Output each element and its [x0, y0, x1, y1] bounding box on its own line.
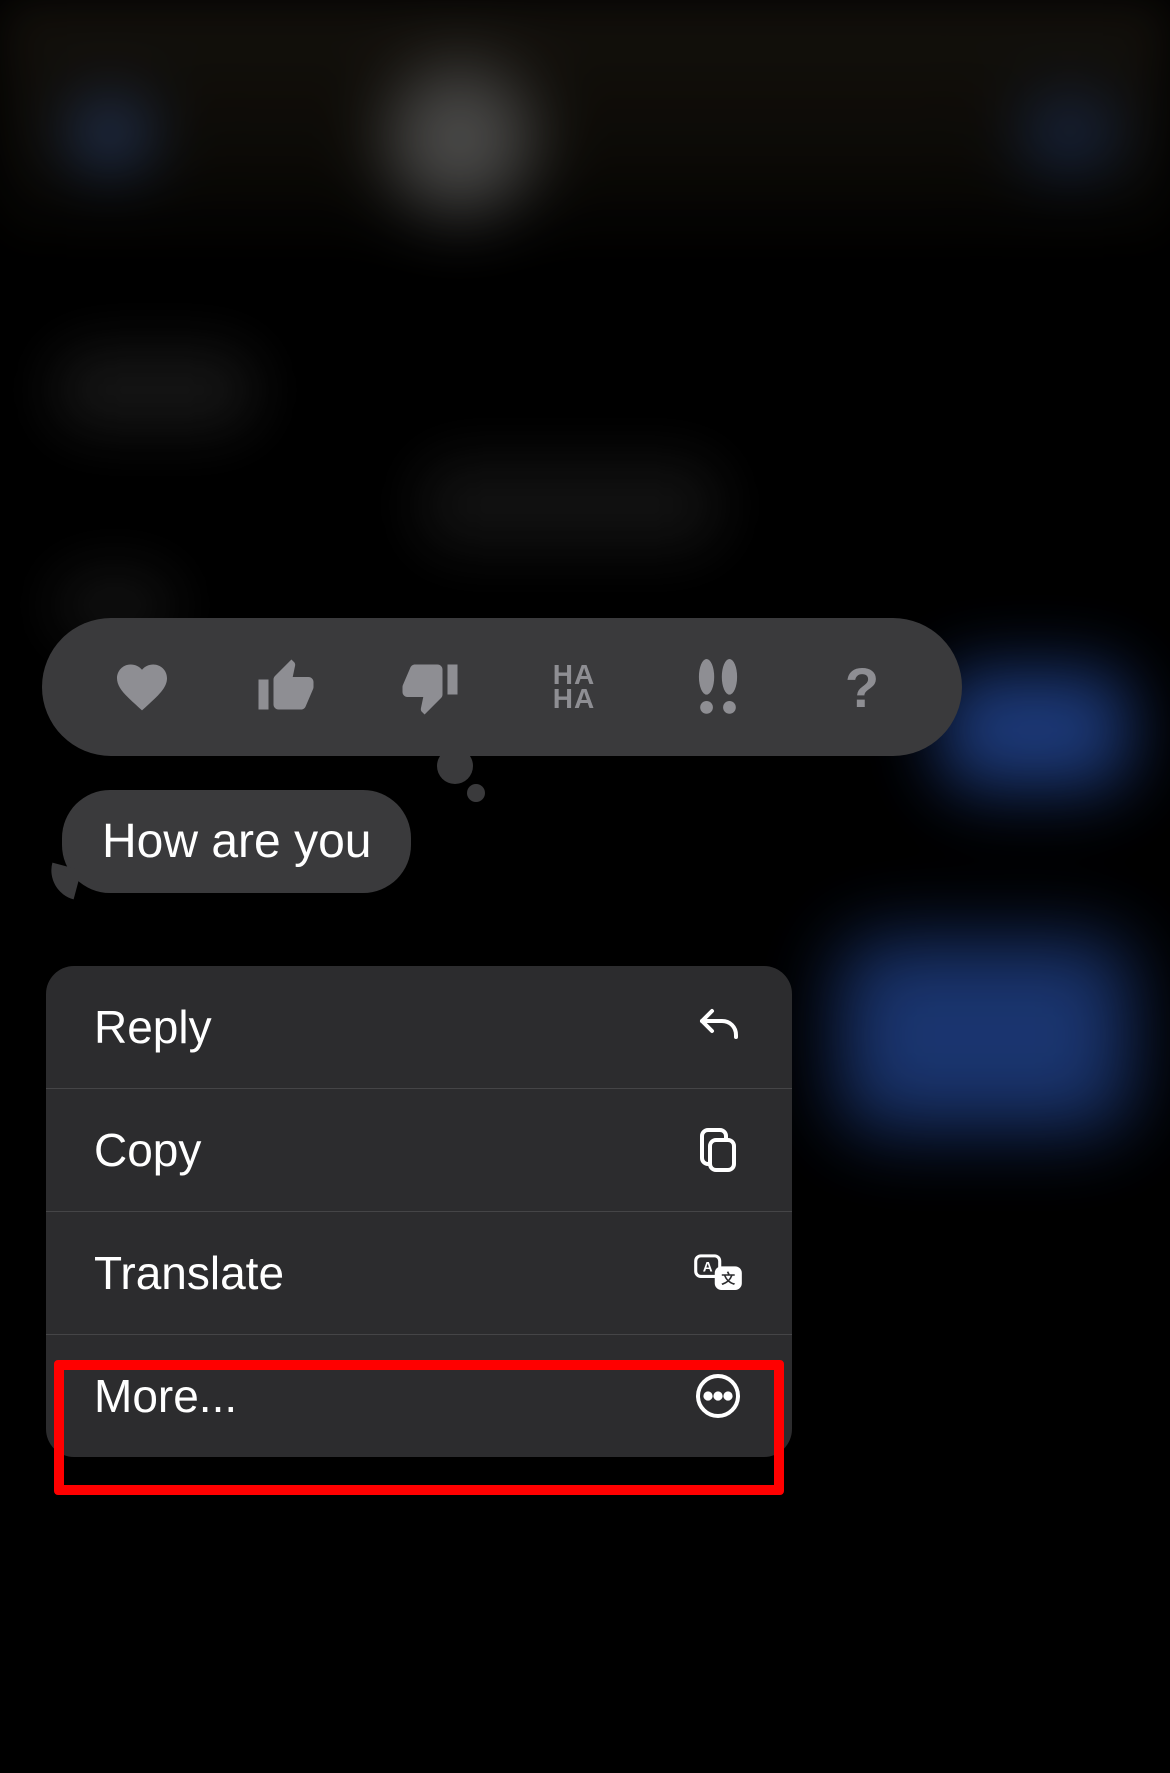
tapback-reaction-bar: HAHA ? — [42, 618, 962, 756]
svg-text:A: A — [703, 1259, 713, 1274]
menu-label: Translate — [94, 1246, 284, 1300]
question-icon: ? — [845, 655, 879, 720]
tapback-thumbs-up[interactable] — [249, 650, 324, 725]
translate-icon: A 文 — [692, 1247, 744, 1299]
received-message-bubble[interactable]: How are you — [62, 790, 411, 893]
menu-item-translate[interactable]: Translate A 文 — [46, 1212, 792, 1335]
copy-icon — [692, 1124, 744, 1176]
bubble-tail — [45, 863, 82, 900]
tapback-exclaim[interactable] — [681, 650, 756, 725]
menu-item-copy[interactable]: Copy — [46, 1089, 792, 1212]
menu-label: Reply — [94, 1000, 212, 1054]
tapback-tail — [437, 748, 473, 784]
reply-icon — [692, 1001, 744, 1053]
message-text: How are you — [102, 815, 371, 868]
exclaim-icon — [692, 659, 744, 715]
menu-item-reply[interactable]: Reply — [46, 966, 792, 1089]
tapback-heart[interactable] — [105, 650, 180, 725]
menu-item-more[interactable]: More... — [46, 1335, 792, 1457]
haha-icon: HAHA — [553, 663, 595, 711]
tapback-thumbs-down[interactable] — [393, 650, 468, 725]
tapback-question[interactable]: ? — [825, 650, 900, 725]
svg-text:文: 文 — [721, 1270, 735, 1286]
heart-icon — [112, 657, 172, 717]
thumbs-down-icon — [400, 657, 460, 717]
menu-label: Copy — [94, 1123, 201, 1177]
more-icon — [692, 1370, 744, 1422]
message-context-menu: Reply Copy Translate — [46, 966, 792, 1457]
menu-label: More... — [94, 1369, 237, 1423]
tapback-haha[interactable]: HAHA — [537, 650, 612, 725]
thumbs-up-icon — [256, 657, 316, 717]
